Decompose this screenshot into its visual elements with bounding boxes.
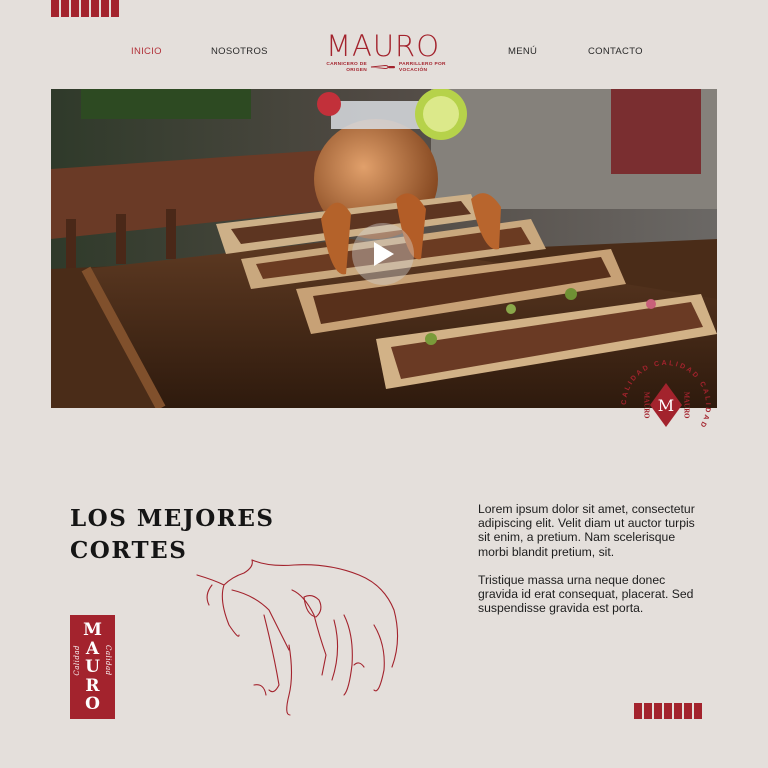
knife-icon — [370, 65, 395, 69]
nav-link-menu[interactable]: MENÚ — [508, 46, 537, 57]
nav-link-nosotros[interactable]: NOSOTROS — [211, 46, 268, 57]
nav-link-contacto[interactable]: CONTACTO — [588, 46, 643, 57]
play-icon — [374, 242, 394, 266]
paragraph-2: Tristique massa urna neque donec gravida… — [478, 572, 694, 616]
svg-text:MAURO: MAURO — [643, 392, 650, 419]
section-body: Lorem ipsum dolor sit amet, consectetur … — [478, 502, 706, 629]
play-button[interactable] — [352, 223, 414, 285]
heading-line-2: CORTES — [70, 537, 188, 564]
nav-link-inicio[interactable]: INICIO — [131, 46, 162, 57]
heading-line-1: LOS MEJORES — [70, 505, 275, 532]
brand-tagline-left: CARNICERO DE ORIGEN — [326, 62, 367, 73]
svg-text:M: M — [658, 396, 674, 415]
brand-tagline-right: PARRILLERO POR VOCACIÓN — [399, 62, 446, 73]
logo-side-text-left: Calidad — [73, 645, 81, 676]
logo-side-text-right: Calidad — [104, 645, 112, 676]
bottom-stripe-decoration — [634, 703, 702, 719]
mauro-logo-box: M A U R O Calidad Calidad — [70, 615, 115, 719]
brand-logo[interactable]: MAURO CARNICERO DE ORIGEN PARRILLERO POR… — [315, 30, 451, 73]
svg-text:MAURO: MAURO — [683, 392, 690, 419]
calidad-badge: CALIDAD CALIDAD CALIDAD M MAURO MAURO — [621, 360, 709, 430]
brand-name: MAURO — [325, 29, 441, 63]
top-stripe-decoration — [51, 0, 119, 17]
paragraph-1: Lorem ipsum dolor sit amet, consectetur … — [478, 502, 695, 559]
bull-illustration — [196, 559, 399, 716]
